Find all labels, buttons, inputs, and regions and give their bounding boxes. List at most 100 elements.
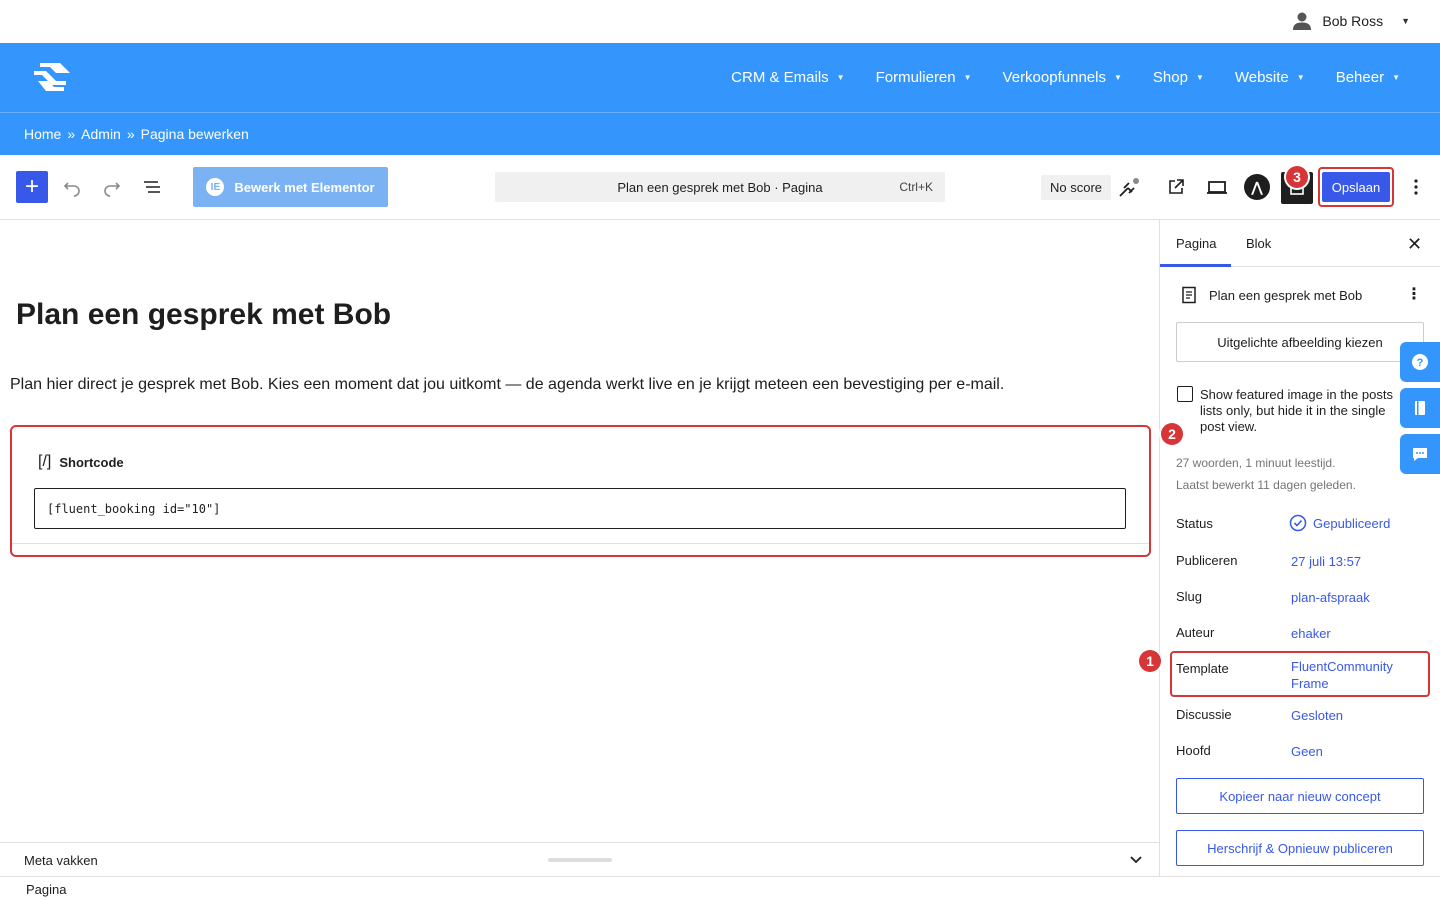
copy-to-draft-button[interactable]: Kopieer naar nieuw concept bbox=[1176, 778, 1424, 814]
more-vertical-icon[interactable]: ⋮ bbox=[1406, 284, 1422, 304]
document-title: Plan een gesprek met Bob bbox=[1209, 287, 1363, 303]
row-key: Discussie bbox=[1176, 707, 1232, 722]
help-button[interactable]: ? bbox=[1400, 342, 1440, 382]
astra-settings-button[interactable]: ⋀ bbox=[1244, 174, 1270, 200]
device-preview-icon bbox=[1207, 181, 1227, 194]
edit-with-elementor-button[interactable]: IE Bewerk met Elementor bbox=[193, 167, 388, 207]
status-link[interactable]: Gepubliceerd bbox=[1289, 514, 1390, 532]
chat-icon bbox=[1413, 448, 1427, 461]
row-key: Publiceren bbox=[1176, 553, 1238, 568]
publish-date-link[interactable]: 27 juli 13:57 bbox=[1291, 553, 1361, 570]
post-stats: 27 woorden, 1 minuut leestijd. Laatst be… bbox=[1176, 452, 1356, 496]
redo-button[interactable] bbox=[100, 175, 124, 199]
divider bbox=[12, 543, 1149, 544]
user-menu[interactable]: Bob Ross ▼ bbox=[1292, 11, 1410, 31]
check-circle-icon bbox=[1289, 514, 1307, 532]
nav-item-shop[interactable]: Shop ▼ bbox=[1122, 69, 1204, 86]
shortcode-input[interactable]: [fluent_booking id="10"] bbox=[34, 488, 1126, 529]
editor-canvas: Plan een gesprek met Bob Plan hier direc… bbox=[0, 220, 1159, 842]
breadcrumb: Home » Admin » Pagina bewerken bbox=[0, 112, 1440, 155]
chevron-down-icon[interactable] bbox=[1128, 851, 1144, 867]
featured-image-button[interactable]: Uitgelichte afbeelding kiezen bbox=[1176, 322, 1424, 362]
seo-button[interactable] bbox=[1117, 176, 1141, 200]
book-icon bbox=[1415, 401, 1425, 415]
undo-button[interactable] bbox=[60, 175, 84, 199]
step-badge-2: 2 bbox=[1161, 423, 1183, 445]
svg-text:?: ? bbox=[1417, 357, 1424, 369]
docs-button[interactable] bbox=[1400, 388, 1440, 428]
meta-boxes-bar[interactable]: Meta vakken bbox=[0, 842, 1159, 876]
footer-breadcrumb: Pagina bbox=[0, 876, 1440, 900]
user-bar: Bob Ross ▼ bbox=[0, 0, 1440, 43]
command-palette[interactable]: Plan een gesprek met Bob · Pagina Ctrl+K bbox=[495, 172, 945, 202]
command-title: Plan een gesprek met Bob · Pagina bbox=[617, 179, 823, 195]
device-preview-button[interactable] bbox=[1205, 175, 1229, 199]
chevron-down-icon: ▼ bbox=[1113, 73, 1122, 82]
document-icon bbox=[1182, 286, 1196, 304]
nav-item-formulieren[interactable]: Formulieren ▼ bbox=[845, 69, 972, 86]
status-value: Gepubliceerd bbox=[1313, 515, 1391, 531]
rewrite-republish-button[interactable]: Herschrijf & Opnieuw publiceren bbox=[1176, 830, 1424, 866]
elementor-icon: IE bbox=[206, 178, 225, 196]
undo-icon bbox=[63, 182, 80, 197]
resize-handle[interactable] bbox=[548, 858, 612, 862]
tab-pagina[interactable]: Pagina bbox=[1176, 236, 1216, 251]
chat-button[interactable] bbox=[1400, 434, 1440, 474]
nav-item-website[interactable]: Website ▼ bbox=[1204, 69, 1305, 86]
plus-icon: + bbox=[24, 173, 39, 200]
close-icon[interactable]: ✕ bbox=[1407, 234, 1422, 255]
nav-item-verkoopfunnels[interactable]: Verkoopfunnels ▼ bbox=[972, 69, 1122, 86]
external-link-icon bbox=[1169, 179, 1184, 194]
shortcode-block[interactable]: [/] Shortcode [fluent_booking id="10"] bbox=[12, 427, 1149, 555]
author-link[interactable]: ehaker bbox=[1291, 625, 1331, 642]
word-count: 27 woorden, 1 minuut leestijd. bbox=[1176, 456, 1336, 470]
page-title[interactable]: Plan een gesprek met Bob bbox=[16, 298, 391, 332]
user-name: Bob Ross bbox=[1322, 13, 1384, 29]
editor-toolbar: + IE Bewerk met Elementor Plan een gespr… bbox=[0, 155, 1440, 220]
nav-item-label: Verkoopfunnels bbox=[1002, 69, 1106, 86]
chevron-down-icon: ▼ bbox=[963, 73, 972, 82]
breadcrumb-admin[interactable]: Admin bbox=[81, 126, 121, 142]
chevron-down-icon: ▼ bbox=[1296, 73, 1305, 82]
options-button[interactable] bbox=[1404, 175, 1428, 199]
row-key: Slug bbox=[1176, 589, 1203, 604]
row-key: Status bbox=[1176, 516, 1213, 531]
parent-link[interactable]: Geen bbox=[1291, 743, 1323, 760]
save-button-highlight: Opslaan bbox=[1318, 167, 1394, 207]
list-view-button[interactable] bbox=[140, 175, 164, 199]
view-page-button[interactable] bbox=[1164, 175, 1188, 199]
add-block-button[interactable]: + bbox=[16, 171, 48, 203]
breadcrumb-home[interactable]: Home bbox=[24, 126, 61, 142]
logo-icon[interactable] bbox=[26, 57, 78, 97]
seo-score-label: No score bbox=[1050, 180, 1103, 195]
nav-item-beheer[interactable]: Beheer ▼ bbox=[1305, 69, 1400, 86]
sidebar-tabs: Pagina Blok ✕ bbox=[1160, 220, 1440, 267]
shortcode-icon: [/] bbox=[38, 453, 52, 470]
nav-item-label: CRM & Emails bbox=[731, 69, 829, 86]
template-link[interactable]: FluentCommunity Frame bbox=[1291, 658, 1411, 692]
breadcrumb-separator: » bbox=[126, 126, 135, 142]
row-key: Hoofd bbox=[1176, 743, 1211, 758]
main-navigation: CRM & Emails ▼ Formulieren ▼ Verkoopfunnel… bbox=[0, 43, 1440, 112]
tab-blok[interactable]: Blok bbox=[1246, 236, 1271, 251]
list-view-icon bbox=[144, 181, 160, 193]
row-key: Auteur bbox=[1176, 625, 1215, 640]
footer-label[interactable]: Pagina bbox=[26, 882, 66, 897]
save-button[interactable]: Opslaan bbox=[1322, 172, 1390, 202]
shortcode-title: Shortcode bbox=[59, 454, 124, 470]
featured-image-checkbox[interactable] bbox=[1177, 386, 1193, 402]
step-badge-3: 3 bbox=[1286, 166, 1308, 188]
help-icon: ? bbox=[1412, 354, 1428, 370]
shortcode-block-label: [/] Shortcode bbox=[38, 453, 124, 471]
slug-link[interactable]: plan-afspraak bbox=[1291, 589, 1370, 606]
paragraph-block[interactable]: Plan hier direct je gesprek met Bob. Kie… bbox=[10, 376, 1004, 394]
discussion-link[interactable]: Gesloten bbox=[1291, 707, 1343, 724]
nav-item-label: Formulieren bbox=[875, 69, 956, 86]
nav-item-crm[interactable]: CRM & Emails ▼ bbox=[700, 69, 844, 86]
chevron-down-icon: ▼ bbox=[1392, 73, 1400, 82]
seo-score-badge[interactable]: No score bbox=[1041, 175, 1112, 200]
nav-item-label: Shop bbox=[1152, 69, 1188, 86]
elementor-label: Bewerk met Elementor bbox=[234, 179, 375, 195]
user-icon bbox=[1293, 12, 1312, 30]
shortcode-highlight: [/] Shortcode [fluent_booking id="10"] bbox=[10, 425, 1151, 557]
